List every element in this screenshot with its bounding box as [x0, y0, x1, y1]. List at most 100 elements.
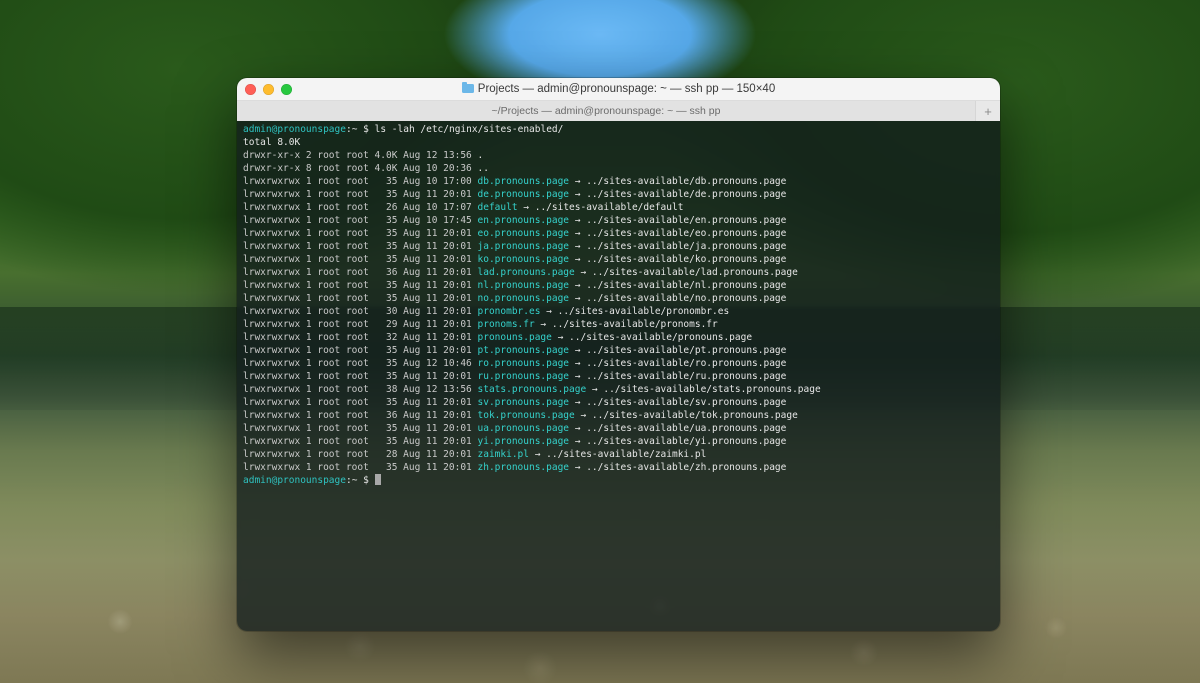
ls-row-target: ../sites-available/pt.pronouns.page — [586, 345, 786, 356]
arrow-icon: → — [569, 280, 586, 291]
ls-row: lrwxrwxrwx 1 root root 35 Aug 11 20:01 n… — [243, 292, 994, 305]
arrow-icon: → — [535, 319, 552, 330]
arrow-icon: → — [552, 332, 569, 343]
arrow-icon: → — [569, 462, 586, 473]
arrow-icon: → — [569, 228, 586, 239]
ls-row-meta: lrwxrwxrwx 1 root root 35 Aug 12 10:46 — [243, 358, 478, 369]
ls-row-name: ua.pronouns.page — [478, 423, 570, 434]
ls-row-name: default — [478, 202, 518, 213]
arrow-icon: → — [569, 345, 586, 356]
ls-row-meta: lrwxrwxrwx 1 root root 35 Aug 10 17:45 — [243, 215, 478, 226]
ls-row-target: ../sites-available/pronombr.es — [558, 306, 730, 317]
cursor-icon — [375, 474, 381, 485]
ls-row-meta: lrwxrwxrwx 1 root root 32 Aug 11 20:01 — [243, 332, 478, 343]
ls-row: lrwxrwxrwx 1 root root 35 Aug 11 20:01 z… — [243, 461, 994, 474]
ls-row-meta: lrwxrwxrwx 1 root root 35 Aug 11 20:01 — [243, 189, 478, 200]
ls-row-name: db.pronouns.page — [478, 176, 570, 187]
ls-row: lrwxrwxrwx 1 root root 32 Aug 11 20:01 p… — [243, 331, 994, 344]
tab-strip: ~/Projects — admin@pronounspage: ~ — ssh… — [237, 100, 1000, 121]
ls-row-name: de.pronouns.page — [478, 189, 570, 200]
ls-row-name: pronoms.fr — [478, 319, 535, 330]
ls-row-meta: lrwxrwxrwx 1 root root 29 Aug 11 20:01 — [243, 319, 478, 330]
ls-row-target: ../sites-available/pronouns.page — [569, 332, 752, 343]
ls-row-name: no.pronouns.page — [478, 293, 570, 304]
window-title-rest: — admin@pronounspage: ~ — ssh pp — 150×4… — [519, 83, 775, 95]
ls-row: lrwxrwxrwx 1 root root 35 Aug 11 20:01 j… — [243, 240, 994, 253]
ls-row-name: pronombr.es — [478, 306, 541, 317]
ls-row-meta: lrwxrwxrwx 1 root root 35 Aug 11 20:01 — [243, 293, 478, 304]
prompt-path: ~ — [352, 124, 358, 135]
folder-icon — [462, 84, 474, 93]
ls-row-target: ../sites-available/default — [535, 202, 684, 213]
ls-row: lrwxrwxrwx 1 root root 35 Aug 11 20:01 n… — [243, 279, 994, 292]
window-title: Projects — admin@pronounspage: ~ — ssh p… — [237, 83, 1000, 95]
ls-row-target: ../sites-available/ja.pronouns.page — [586, 241, 786, 252]
ls-row-target: ../sites-available/yi.pronouns.page — [586, 436, 786, 447]
ls-row-name: . — [478, 150, 484, 161]
ls-row-meta: lrwxrwxrwx 1 root root 35 Aug 11 20:01 — [243, 462, 478, 473]
arrow-icon: → — [575, 267, 592, 278]
close-icon[interactable] — [245, 84, 256, 95]
ls-row-name: en.pronouns.page — [478, 215, 570, 226]
ls-row-target: ../sites-available/lad.pronouns.page — [592, 267, 798, 278]
ls-row: lrwxrwxrwx 1 root root 35 Aug 10 17:45 e… — [243, 214, 994, 227]
arrow-icon: → — [540, 306, 557, 317]
terminal-body[interactable]: admin@pronounspage:~ $ ls -lah /etc/ngin… — [237, 121, 1000, 631]
ls-row: lrwxrwxrwx 1 root root 28 Aug 11 20:01 z… — [243, 448, 994, 461]
ls-row-meta: lrwxrwxrwx 1 root root 35 Aug 11 20:01 — [243, 436, 478, 447]
ls-row-name: tok.pronouns.page — [478, 410, 575, 421]
ls-row-target: ../sites-available/ru.pronouns.page — [586, 371, 786, 382]
ls-row-meta: lrwxrwxrwx 1 root root 35 Aug 11 20:01 — [243, 371, 478, 382]
prompt-user: admin@pronounspage — [243, 475, 346, 486]
maximize-icon[interactable] — [281, 84, 292, 95]
add-tab-button[interactable]: + — [976, 101, 1000, 121]
arrow-icon: → — [575, 410, 592, 421]
ls-row: lrwxrwxrwx 1 root root 35 Aug 12 10:46 r… — [243, 357, 994, 370]
ls-row-target: ../sites-available/zh.pronouns.page — [586, 462, 786, 473]
prompt-dollar: $ — [363, 124, 369, 135]
terminal-tab[interactable]: ~/Projects — admin@pronounspage: ~ — ssh… — [237, 101, 976, 121]
ls-row-meta: lrwxrwxrwx 1 root root 38 Aug 12 13:56 — [243, 384, 478, 395]
typed-command: ls -lah /etc/nginx/sites-enabled/ — [375, 124, 564, 135]
minimize-icon[interactable] — [263, 84, 274, 95]
ls-row-name: ko.pronouns.page — [478, 254, 570, 265]
ls-row-name: stats.pronouns.page — [478, 384, 587, 395]
prompt-path: ~ — [352, 475, 358, 486]
ls-row-meta: lrwxrwxrwx 1 root root 30 Aug 11 20:01 — [243, 306, 478, 317]
ls-row: drwxr-xr-x 8 root root 4.0K Aug 10 20:36… — [243, 162, 994, 175]
arrow-icon: → — [586, 384, 603, 395]
ls-row-target: ../sites-available/nl.pronouns.page — [586, 280, 786, 291]
ls-row-name: lad.pronouns.page — [478, 267, 575, 278]
ls-row-meta: lrwxrwxrwx 1 root root 35 Aug 11 20:01 — [243, 397, 478, 408]
ls-row-target: ../sites-available/tok.pronouns.page — [592, 410, 798, 421]
ls-row: lrwxrwxrwx 1 root root 35 Aug 11 20:01 y… — [243, 435, 994, 448]
arrow-icon: → — [529, 449, 546, 460]
ls-row: lrwxrwxrwx 1 root root 35 Aug 11 20:01 p… — [243, 344, 994, 357]
prompt-line-1: admin@pronounspage:~ $ ls -lah /etc/ngin… — [243, 123, 994, 136]
traffic-lights — [245, 84, 292, 95]
ls-row-name: yi.pronouns.page — [478, 436, 570, 447]
ls-row-meta: lrwxrwxrwx 1 root root 35 Aug 11 20:01 — [243, 345, 478, 356]
ls-row: lrwxrwxrwx 1 root root 35 Aug 11 20:01 d… — [243, 188, 994, 201]
ls-row-name: ru.pronouns.page — [478, 371, 570, 382]
arrow-icon: → — [569, 176, 586, 187]
ls-row-meta: lrwxrwxrwx 1 root root 36 Aug 11 20:01 — [243, 267, 478, 278]
ls-row-target: ../sites-available/ro.pronouns.page — [586, 358, 786, 369]
ls-row: lrwxrwxrwx 1 root root 36 Aug 11 20:01 t… — [243, 409, 994, 422]
arrow-icon: → — [569, 241, 586, 252]
ls-row-name: ro.pronouns.page — [478, 358, 570, 369]
ls-row: lrwxrwxrwx 1 root root 36 Aug 11 20:01 l… — [243, 266, 994, 279]
ls-row-target: ../sites-available/ua.pronouns.page — [586, 423, 786, 434]
ls-row-meta: lrwxrwxrwx 1 root root 35 Aug 11 20:01 — [243, 254, 478, 265]
ls-row-name: ja.pronouns.page — [478, 241, 570, 252]
ls-row-target: ../sites-available/eo.pronouns.page — [586, 228, 786, 239]
arrow-icon: → — [569, 293, 586, 304]
ls-row: lrwxrwxrwx 1 root root 35 Aug 11 20:01 e… — [243, 227, 994, 240]
ls-row-target: ../sites-available/db.pronouns.page — [586, 176, 786, 187]
ls-row: lrwxrwxrwx 1 root root 30 Aug 11 20:01 p… — [243, 305, 994, 318]
ls-row-target: ../sites-available/ko.pronouns.page — [586, 254, 786, 265]
plus-icon: + — [984, 104, 992, 119]
ls-row-target: ../sites-available/sv.pronouns.page — [586, 397, 786, 408]
ls-row: lrwxrwxrwx 1 root root 38 Aug 12 13:56 s… — [243, 383, 994, 396]
titlebar[interactable]: Projects — admin@pronounspage: ~ — ssh p… — [237, 78, 1000, 100]
